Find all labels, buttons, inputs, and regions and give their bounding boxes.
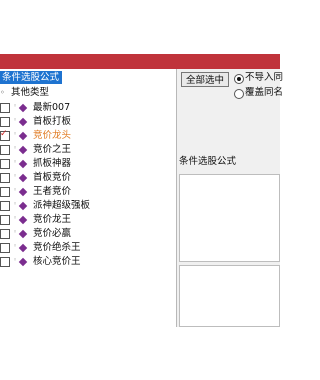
tree-item[interactable]: ◦ 首板竞价 — [0, 171, 176, 185]
formula-gem-icon — [18, 131, 28, 141]
tree-item[interactable]: ◦ 竞价龙王 — [0, 213, 176, 227]
formula-gem-icon — [18, 117, 28, 127]
tree-connector-icon: ◦ — [13, 200, 18, 208]
tree-connector-icon: ◦ — [13, 214, 18, 222]
formula-gem-icon — [18, 257, 28, 267]
checkbox-checked[interactable]: ✓ — [0, 129, 10, 141]
bottom-area — [0, 327, 280, 380]
tree-connector-icon: ◦ — [13, 256, 18, 264]
formula-tree[interactable]: 条件选股公式 ◦ 其他类型 ◦ 最新007 ◦ 首板打板 ✓ ◦ 竞价龙头 ◦ … — [0, 69, 176, 327]
window-title-bar — [0, 54, 280, 69]
tree-item[interactable]: ◦ 派神超级强板 — [0, 199, 176, 213]
radio-skip-duplicates-label[interactable]: 不导入同 — [245, 72, 283, 84]
tree-connector-icon: ◦ — [13, 186, 18, 194]
checkbox[interactable] — [0, 103, 10, 113]
tree-item-label[interactable]: 首板竞价 — [33, 171, 71, 185]
options-panel: 全部选中 不导入同 覆盖同名 条件选股公式 — [177, 69, 283, 327]
tree-item[interactable]: ✓ ◦ 竞价龙头 — [0, 129, 176, 143]
formula-gem-icon — [18, 215, 28, 225]
checkbox[interactable] — [0, 159, 10, 169]
tree-item-label[interactable]: 首板打板 — [33, 115, 71, 129]
tree-connector-icon: ◦ — [13, 102, 18, 110]
formula-gem-icon — [18, 243, 28, 253]
tree-connector-icon: ◦ — [13, 228, 18, 236]
check-icon: ✓ — [0, 129, 8, 139]
checkbox[interactable] — [0, 229, 10, 239]
formula-detail-box[interactable] — [179, 265, 280, 327]
tree-item-label[interactable]: 派神超级强板 — [33, 199, 90, 213]
tree-item-label[interactable]: 最新007 — [33, 101, 70, 115]
formula-gem-icon — [18, 103, 28, 113]
formula-gem-icon — [18, 145, 28, 155]
tree-item-label[interactable]: 抓板神器 — [33, 157, 71, 171]
tree-item-label[interactable]: 竞价之王 — [33, 143, 71, 157]
section-label: 条件选股公式 — [179, 156, 237, 167]
checkbox[interactable] — [0, 201, 10, 211]
checkbox[interactable] — [0, 173, 10, 183]
tree-connector-icon: ◦ — [13, 242, 18, 250]
checkbox[interactable] — [0, 187, 10, 197]
select-all-button[interactable]: 全部选中 — [181, 72, 229, 87]
tree-connector-icon: ◦ — [13, 172, 18, 180]
tree-item-label[interactable]: 王者竞价 — [33, 185, 71, 199]
radio-overwrite-label[interactable]: 覆盖同名 — [245, 87, 283, 99]
tree-item[interactable]: ◦ 竞价必赢 — [0, 227, 176, 241]
formula-gem-icon — [18, 159, 28, 169]
radio-skip-duplicates[interactable] — [234, 74, 244, 84]
formula-gem-icon — [18, 201, 28, 211]
tree-item[interactable]: ◦ 竞价之王 — [0, 143, 176, 157]
tree-item[interactable]: ◦ 抓板神器 — [0, 157, 176, 171]
expand-icon[interactable]: ◦ — [0, 88, 8, 97]
tree-connector-icon: ◦ — [13, 158, 18, 166]
tree-group[interactable]: ◦ 其他类型 — [0, 86, 49, 100]
checkbox[interactable] — [0, 243, 10, 253]
tree-item-label[interactable]: 竞价龙王 — [33, 213, 71, 227]
tree-item-label[interactable]: 竞价必赢 — [33, 227, 71, 241]
tree-item[interactable]: ◦ 最新007 — [0, 101, 176, 115]
checkbox[interactable] — [0, 257, 10, 267]
formula-description-box[interactable] — [179, 174, 280, 262]
checkbox[interactable] — [0, 145, 10, 155]
tree-item[interactable]: ◦ 王者竞价 — [0, 185, 176, 199]
tree-item[interactable]: ◦ 首板打板 — [0, 115, 176, 129]
tree-connector-icon: ◦ — [13, 116, 18, 124]
tree-item-label[interactable]: 竞价绝杀王 — [33, 241, 81, 255]
checkbox[interactable] — [0, 117, 10, 127]
tree-root-label[interactable]: 条件选股公式 — [0, 71, 63, 84]
formula-gem-icon — [18, 229, 28, 239]
radio-overwrite[interactable] — [234, 89, 244, 99]
tree-connector-icon: ◦ — [13, 130, 18, 138]
tree-item[interactable]: ◦ 核心竞价王 — [0, 255, 176, 269]
tree-root[interactable]: 条件选股公式 — [0, 71, 63, 85]
tree-connector-icon: ◦ — [13, 144, 18, 152]
tree-item[interactable]: ◦ 竞价绝杀王 — [0, 241, 176, 255]
formula-gem-icon — [18, 173, 28, 183]
tree-item-label[interactable]: 竞价龙头 — [33, 129, 71, 143]
tree-item-label[interactable]: 核心竞价王 — [33, 255, 81, 269]
checkbox[interactable] — [0, 215, 10, 225]
tree-group-label[interactable]: 其他类型 — [11, 87, 49, 98]
formula-gem-icon — [18, 187, 28, 197]
